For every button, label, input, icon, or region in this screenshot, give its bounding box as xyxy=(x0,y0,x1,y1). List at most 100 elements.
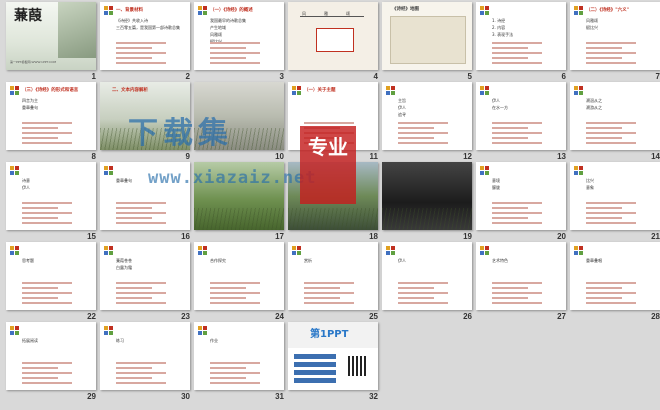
slide-text-placeholder xyxy=(492,292,542,294)
slide-number: 1 xyxy=(91,72,96,81)
slide-number: 23 xyxy=(181,312,190,321)
slide-number: 10 xyxy=(275,152,284,161)
slide-number: 7 xyxy=(655,72,660,81)
slide-text-placeholder xyxy=(116,362,166,364)
slide-text-placeholder xyxy=(586,137,622,139)
slide-text-line: 1. 诗经 xyxy=(492,18,506,23)
slide-thumbnail-27[interactable]: 艺术特色 27 xyxy=(476,242,570,322)
slide-thumbnail-15[interactable]: 诗意 伊人 15 xyxy=(6,162,100,242)
watermark-badge: 专业 xyxy=(300,126,356,204)
slide-text-line: 溯洄从之 xyxy=(586,98,602,103)
slide-number: 22 xyxy=(87,312,96,321)
slide-bullet-icon xyxy=(198,246,207,255)
slide-text-placeholder xyxy=(22,217,58,219)
slide-number: 13 xyxy=(557,152,566,161)
slide-text-placeholder xyxy=(210,297,246,299)
slide-text-line: 艺术特色 xyxy=(492,258,508,263)
slide-text-line: 伊人 xyxy=(492,98,500,103)
slide-text-placeholder xyxy=(586,297,622,299)
slide-canvas: 比兴 意象 xyxy=(570,162,660,230)
slide-text-placeholder xyxy=(22,297,58,299)
slide-text-placeholder xyxy=(22,362,72,364)
slide-text-line: 2. 内容 xyxy=(492,25,506,30)
slide-thumbnail-5[interactable]: 《诗经》地图 5 xyxy=(382,2,476,82)
slide-bullet-icon xyxy=(10,326,19,335)
slide-text-placeholder xyxy=(586,47,622,49)
slide-thumbnail-23[interactable]: 蒹葭苍苍 白露为霜 23 xyxy=(100,242,194,322)
slide-canvas: 主旨 伊人 追寻 xyxy=(382,82,472,150)
slide-number: 20 xyxy=(557,232,566,241)
qr-code-icon xyxy=(348,356,368,376)
slide-text-placeholder xyxy=(22,127,58,129)
slide-text-placeholder xyxy=(492,52,542,54)
slide-text-line: 拓展阅读 xyxy=(22,338,38,343)
slide-thumbnail-3[interactable]: （一）《诗经》的概述我国最早的诗歌总集产生地域风雅颂赋比兴3 xyxy=(194,2,288,82)
slide-heading: 一、背景材料 xyxy=(116,8,143,13)
slide-text-line: 比兴 xyxy=(586,178,594,183)
slide-text-placeholder xyxy=(586,222,636,224)
slide-text-placeholder xyxy=(116,292,166,294)
slide-text-line: 产生地域 xyxy=(210,25,226,30)
diagram-label: 雅 xyxy=(324,11,328,16)
slide-text-placeholder xyxy=(304,302,354,304)
slide-thumbnail-22[interactable]: 思考题 22 xyxy=(6,242,100,322)
slide-text-placeholder xyxy=(22,122,72,124)
slide-thumbnail-4[interactable]: 风 雅 颂 4 xyxy=(288,2,382,82)
slide-text-placeholder xyxy=(116,287,152,289)
slide-text-placeholder xyxy=(492,217,528,219)
slide-thumbnail-26[interactable]: 伊人 26 xyxy=(382,242,476,322)
slide-thumbnail-6[interactable]: 1. 诗经 2. 内容 3. 表现手法 6 xyxy=(476,2,570,82)
slide-canvas: 重章叠唱 xyxy=(570,242,660,310)
slide-text-placeholder xyxy=(116,62,166,64)
slide-heading: （三）《诗经》的形式和语言 xyxy=(22,88,79,93)
slide-thumbnail-25[interactable]: 赏析 25 xyxy=(288,242,382,322)
slide-text-placeholder xyxy=(210,377,246,379)
slide-text-placeholder xyxy=(586,132,636,134)
promo-row xyxy=(294,362,336,367)
slide-thumbnail-21[interactable]: 比兴 意象 21 xyxy=(570,162,660,242)
slide-thumbnail-13[interactable]: 伊人 在水一方 13 xyxy=(476,82,570,162)
slide-thumbnail-31[interactable]: 作业 31 xyxy=(194,322,288,402)
slide-text-placeholder xyxy=(116,212,166,214)
slide-text-placeholder xyxy=(22,292,72,294)
slide-text-line: 作业 xyxy=(210,338,218,343)
slide-text-placeholder xyxy=(586,212,636,214)
slide-text-line: 白露为霜 xyxy=(116,265,132,270)
slide-thumbnail-32[interactable]: 第1PPT 32 xyxy=(288,322,382,402)
slide-text-placeholder xyxy=(210,292,260,294)
slide-text-placeholder xyxy=(304,292,354,294)
slide-thumbnail-20[interactable]: 意境 朦胧 20 xyxy=(476,162,570,242)
reed-image xyxy=(58,2,96,58)
slide-text-line: 溯游从之 xyxy=(586,105,602,110)
slide-thumbnail-2[interactable]: 一、背景材料 《诗经》共收入诗 三百零五篇，是我国第一部诗歌总集 2 xyxy=(100,2,194,82)
slide-number: 12 xyxy=(463,152,472,161)
slide-text-placeholder xyxy=(492,202,542,204)
slide-thumbnail-8[interactable]: （三）《诗经》的形式和语言 四言为主 重章叠句 8 xyxy=(6,82,100,162)
slide-thumbnail-19[interactable]: 19 xyxy=(382,162,476,242)
slide-number: 14 xyxy=(651,152,660,161)
diagram-label: 风 xyxy=(302,11,306,16)
slide-thumbnail-30[interactable]: 练习 30 xyxy=(100,322,194,402)
slide-text-placeholder xyxy=(304,282,354,284)
slide-thumbnail-14[interactable]: 溯洄从之溯游从之 14 xyxy=(570,82,660,162)
slide-thumbnail-7[interactable]: （二）《诗经》"六义" 风雅颂 赋比兴 7 xyxy=(570,2,660,82)
slide-text-placeholder xyxy=(210,362,260,364)
slide-text-placeholder xyxy=(210,42,260,44)
slide-text-placeholder xyxy=(586,217,622,219)
slide-number: 8 xyxy=(91,152,96,161)
slide-text-placeholder xyxy=(116,202,166,204)
slide-thumbnail-24[interactable]: 合作探究 24 xyxy=(194,242,288,322)
slide-thumbnail-1[interactable]: 蒹葭 第一PPT模板网-WWW.1PPT.COM 1 xyxy=(6,2,100,82)
diagram-axis xyxy=(300,16,364,17)
slide-thumbnail-12[interactable]: 主旨 伊人 追寻 12 xyxy=(382,82,476,162)
slide-thumbnail-28[interactable]: 重章叠唱 28 xyxy=(570,242,660,322)
slide-number: 4 xyxy=(373,72,378,81)
slide-number: 21 xyxy=(651,232,660,241)
slide-canvas: 《诗经》地图 xyxy=(382,2,472,70)
slide-number: 6 xyxy=(561,72,566,81)
slide-canvas: 赏析 xyxy=(288,242,378,310)
slide-thumbnail-29[interactable]: 拓展阅读 29 xyxy=(6,322,100,402)
diagram-label: 颂 xyxy=(346,11,350,16)
slide-canvas: 作业 xyxy=(194,322,284,390)
slide-canvas: 思考题 xyxy=(6,242,96,310)
